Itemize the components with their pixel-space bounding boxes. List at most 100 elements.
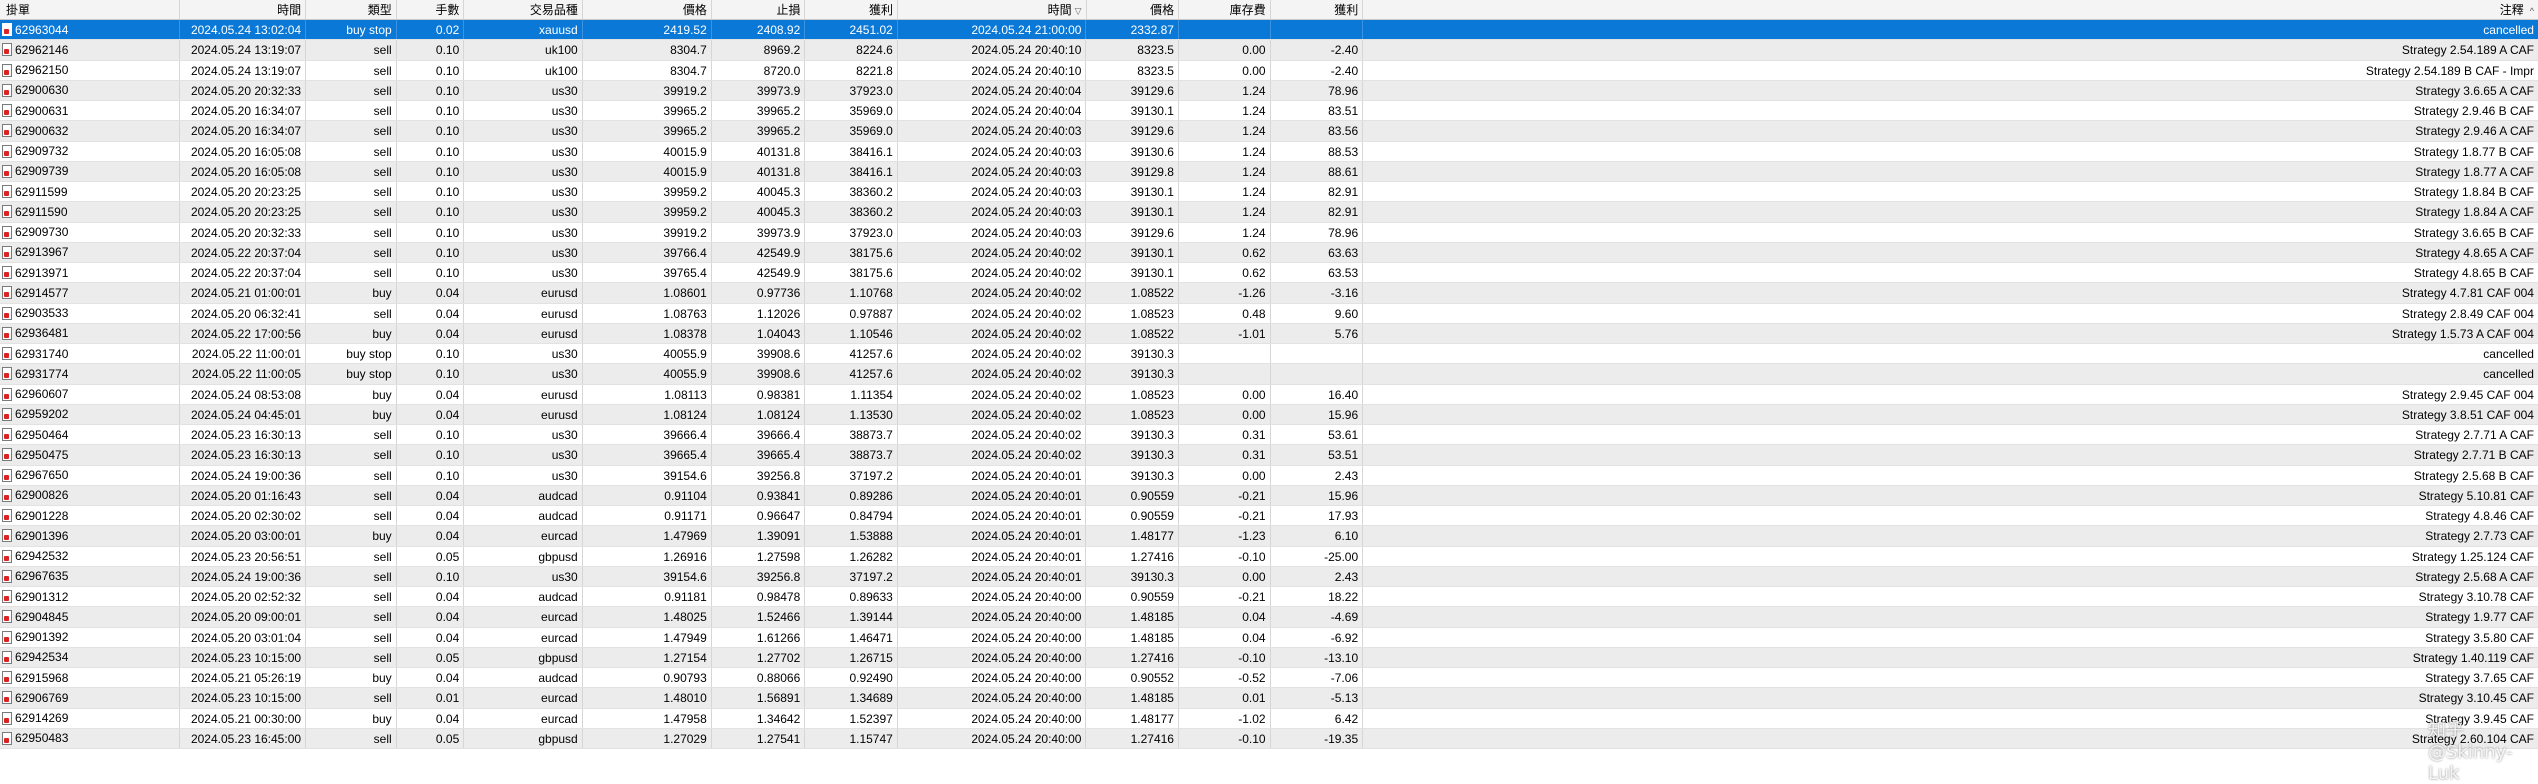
- table-row[interactable]: 62931740 2024.05.22 11:00:01 buy stop 0.10 u…: [0, 344, 2538, 365]
- cell-type: sell: [306, 587, 397, 607]
- table-row[interactable]: 62967650 2024.05.24 19:00:36 sell 0.10 us30 3…: [0, 465, 2538, 486]
- cell-stop-loss: 0.93841: [712, 485, 806, 505]
- cell-comment: Strategy 1.8.84 B CAF: [2413, 185, 2534, 199]
- cell-close-time: 2024.05.24 20:40:01: [898, 566, 1087, 586]
- column-header-close-price[interactable]: 價格: [1087, 0, 1180, 19]
- table-row[interactable]: 62911590 2024.05.20 20:23:25 sell 0.10 us30 3…: [0, 202, 2538, 223]
- cell-swap: 0.48: [1179, 303, 1271, 323]
- column-header-price[interactable]: 價格: [583, 0, 712, 19]
- cell-open-time: 2024.05.24 08:53:08: [180, 384, 307, 404]
- cell-close-price: 39129.6: [1086, 121, 1179, 141]
- table-row[interactable]: 62909730 2024.05.20 20:32:33 sell 0.10 us30 3…: [0, 222, 2538, 243]
- column-header-swap[interactable]: 庫存費: [1179, 0, 1271, 19]
- table-row[interactable]: 62950464 2024.05.23 16:30:13 sell 0.10 us30 3…: [0, 425, 2538, 446]
- cell-stop-loss: 39256.8: [712, 465, 806, 485]
- cell-price: 1.27029: [583, 728, 712, 748]
- cell-symbol: us30: [464, 222, 583, 242]
- cell-open-time: 2024.05.24 19:00:36: [180, 566, 307, 586]
- table-row[interactable]: 62900631 2024.05.20 16:34:07 sell 0.10 us30 3…: [0, 101, 2538, 122]
- table-row[interactable]: 62960607 2024.05.24 08:53:08 buy 0.04 eurusd…: [0, 384, 2538, 405]
- cell-stop-loss: 40045.3: [712, 202, 806, 222]
- cell-stop-loss: 39965.2: [712, 101, 806, 121]
- table-row[interactable]: 62911599 2024.05.20 20:23:25 sell 0.10 us30 3…: [0, 182, 2538, 203]
- table-row[interactable]: 62901392 2024.05.20 03:01:04 sell 0.04 eurca…: [0, 627, 2538, 648]
- column-header-volume[interactable]: 手數: [397, 0, 465, 19]
- cell-comment: Strategy 2.9.46 A CAF: [2415, 124, 2534, 139]
- table-row[interactable]: 62959202 2024.05.24 04:45:01 buy 0.04 eurusd…: [0, 404, 2538, 425]
- table-row[interactable]: 62906769 2024.05.23 10:15:00 sell 0.01 eurca…: [0, 688, 2538, 709]
- cell-swap: -0.52: [1179, 668, 1271, 688]
- cell-symbol: us30: [464, 202, 583, 222]
- table-row[interactable]: 62913971 2024.05.22 20:37:04 sell 0.10 us30 3…: [0, 263, 2538, 284]
- cell-ticket: 62914269: [0, 708, 180, 728]
- table-row[interactable]: 62913967 2024.05.22 20:37:04 sell 0.10 us30 3…: [0, 242, 2538, 263]
- table-row[interactable]: 62901312 2024.05.20 02:52:32 sell 0.04 audca…: [0, 587, 2538, 608]
- cell-swap: 0.00: [1179, 60, 1271, 80]
- table-row[interactable]: 62915968 2024.05.21 05:26:19 buy 0.04 audcad…: [0, 668, 2538, 689]
- cell-ticket: 62967650: [0, 465, 180, 485]
- cell-open-time: 2024.05.20 16:05:08: [180, 161, 307, 181]
- column-header-open-time[interactable]: 時間: [180, 0, 307, 19]
- table-row[interactable]: 62942532 2024.05.23 20:56:51 sell 0.05 gbpus…: [0, 546, 2538, 567]
- column-header-stop-loss[interactable]: 止損: [712, 0, 806, 19]
- table-row[interactable]: 62900632 2024.05.20 16:34:07 sell 0.10 us30 3…: [0, 121, 2538, 142]
- cell-open-time: 2024.05.22 20:37:04: [180, 242, 307, 262]
- table-row[interactable]: 62967635 2024.05.24 19:00:36 sell 0.10 us30 3…: [0, 566, 2538, 587]
- cell-comment: Strategy 1.9.77 CAF: [2425, 610, 2534, 625]
- cell-close-price: 39130.3: [1086, 566, 1179, 586]
- order-document-icon: [2, 104, 12, 118]
- cell-ticket: 62900631: [0, 101, 180, 121]
- cell-type: sell: [306, 40, 397, 60]
- cell-volume: 0.10: [397, 60, 465, 80]
- table-row[interactable]: 62901228 2024.05.20 02:30:02 sell 0.04 audca…: [0, 506, 2538, 527]
- scroll-up-icon[interactable]: ^: [2530, 6, 2534, 16]
- table-row[interactable]: 62909732 2024.05.20 16:05:08 sell 0.10 us30 4…: [0, 141, 2538, 162]
- cell-swap: 1.24: [1179, 202, 1271, 222]
- table-row[interactable]: 62962150 2024.05.24 13:19:07 sell 0.10 uk100…: [0, 60, 2538, 81]
- cell-symbol: us30: [464, 425, 583, 445]
- cell-swap: -1.23: [1179, 526, 1271, 546]
- cell-open-time: 2024.05.22 20:37:04: [180, 263, 307, 283]
- cell-volume: 0.10: [397, 445, 465, 465]
- cell-price: 8304.7: [583, 60, 712, 80]
- column-header-comment[interactable]: 注釋 ^: [1363, 0, 2538, 19]
- column-header-take-profit[interactable]: 獲利: [805, 0, 898, 19]
- table-row[interactable]: 62950475 2024.05.23 16:30:13 sell 0.10 us30 3…: [0, 445, 2538, 466]
- cell-close-price: 39130.6: [1086, 141, 1179, 161]
- table-row[interactable]: 62900826 2024.05.20 01:16:43 sell 0.04 audca…: [0, 485, 2538, 506]
- column-header-type[interactable]: 類型: [306, 0, 397, 19]
- cell-volume: 0.04: [397, 526, 465, 546]
- table-row[interactable]: 62904845 2024.05.20 09:00:01 sell 0.04 eurca…: [0, 607, 2538, 628]
- column-header-close-time[interactable]: 時間 ▽: [898, 0, 1087, 19]
- cell-volume: 0.10: [397, 40, 465, 60]
- cell-open-time: 2024.05.22 17:00:56: [180, 323, 307, 343]
- cell-volume: 0.04: [397, 607, 465, 627]
- table-row[interactable]: 62936481 2024.05.22 17:00:56 buy 0.04 eurusd…: [0, 323, 2538, 344]
- table-row[interactable]: 62901396 2024.05.20 03:00:01 buy 0.04 eurcad…: [0, 526, 2538, 547]
- table-row[interactable]: 62950483 2024.05.23 16:45:00 sell 0.05 gbpus…: [0, 728, 2538, 749]
- cell-open-time: 2024.05.23 16:45:00: [180, 728, 307, 748]
- table-row[interactable]: 62962146 2024.05.24 13:19:07 sell 0.10 uk100…: [0, 40, 2538, 61]
- order-document-icon: [2, 731, 12, 745]
- cell-swap: -0.10: [1179, 546, 1271, 566]
- cell-close-price: 1.48185: [1086, 627, 1179, 647]
- cell-swap: -0.21: [1179, 587, 1271, 607]
- cell-comment: Strategy 2.7.73 CAF: [2425, 529, 2534, 544]
- column-header-profit[interactable]: 獲利: [1271, 0, 1364, 19]
- cell-type: sell: [306, 566, 397, 586]
- cell-symbol: audcad: [464, 587, 583, 607]
- table-row[interactable]: 62900630 2024.05.20 20:32:33 sell 0.10 us30 3…: [0, 80, 2538, 101]
- table-row[interactable]: 62942534 2024.05.23 10:15:00 sell 0.05 gbpus…: [0, 647, 2538, 668]
- table-row[interactable]: 62963044 2024.05.24 13:02:04 buy stop 0.02 x…: [0, 20, 2538, 41]
- order-document-icon: [2, 549, 12, 563]
- table-row[interactable]: 62931774 2024.05.22 11:00:05 buy stop 0.10 u…: [0, 364, 2538, 385]
- table-row[interactable]: 62903533 2024.05.20 06:32:41 sell 0.04 eurus…: [0, 303, 2538, 324]
- table-row[interactable]: 62914577 2024.05.21 01:00:01 buy 0.04 eurusd…: [0, 283, 2538, 304]
- cell-symbol: eurcad: [464, 526, 583, 546]
- cell-take-profit: 1.11354: [805, 384, 898, 404]
- cell-profit: -13.10: [1271, 647, 1364, 667]
- column-header-ticket[interactable]: 掛單: [0, 0, 181, 19]
- column-header-symbol[interactable]: 交易品種: [464, 0, 583, 19]
- table-row[interactable]: 62914269 2024.05.21 00:30:00 buy 0.04 eurcad…: [0, 708, 2538, 729]
- table-row[interactable]: 62909739 2024.05.20 16:05:08 sell 0.10 us30 4…: [0, 161, 2538, 182]
